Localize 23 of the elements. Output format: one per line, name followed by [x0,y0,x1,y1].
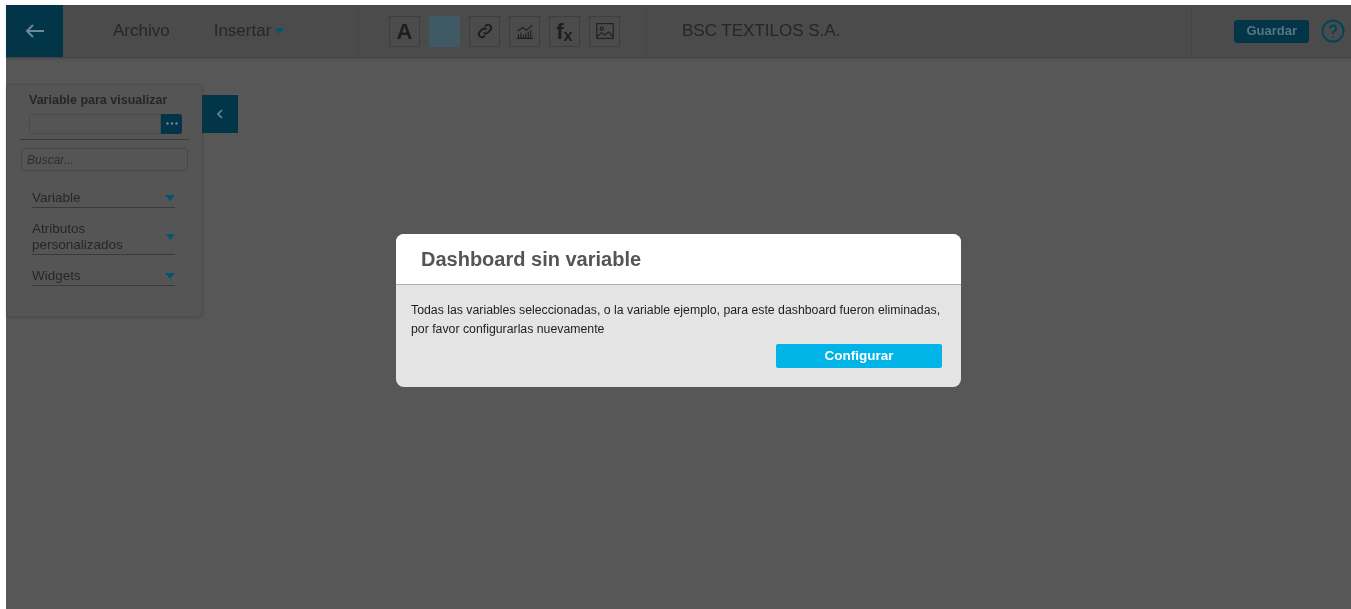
back-button[interactable] [6,5,63,57]
dialog-message: Todas las variables seleccionadas, o la variable ejemplo, para este dashboard fueron eliminadas, por favor configurarlas nuevamente [411,302,942,338]
dialog-title: Dashboard sin variable [421,247,642,272]
caret-icon [165,273,175,280]
more-button[interactable] [161,113,182,134]
caret-icon [275,28,285,34]
color-swatch-button[interactable] [429,15,460,47]
caret-icon [165,234,175,241]
variable-field[interactable] [29,113,161,134]
save-button[interactable]: Guardar [1234,19,1309,43]
chevron-left-icon [217,109,223,119]
help-icon[interactable] [1321,19,1345,43]
image-icon [594,22,615,40]
ellipsis-icon [165,122,178,126]
caret-icon [165,195,175,202]
collapse-button[interactable] [202,95,238,133]
back-arrow-icon [24,23,45,39]
configure-button[interactable]: Configurar [776,344,942,368]
chart-icon [514,22,535,40]
link-icon [475,22,494,40]
tool-button[interactable] [469,15,500,47]
tool-button[interactable] [589,15,620,47]
tool-button[interactable] [509,15,540,47]
